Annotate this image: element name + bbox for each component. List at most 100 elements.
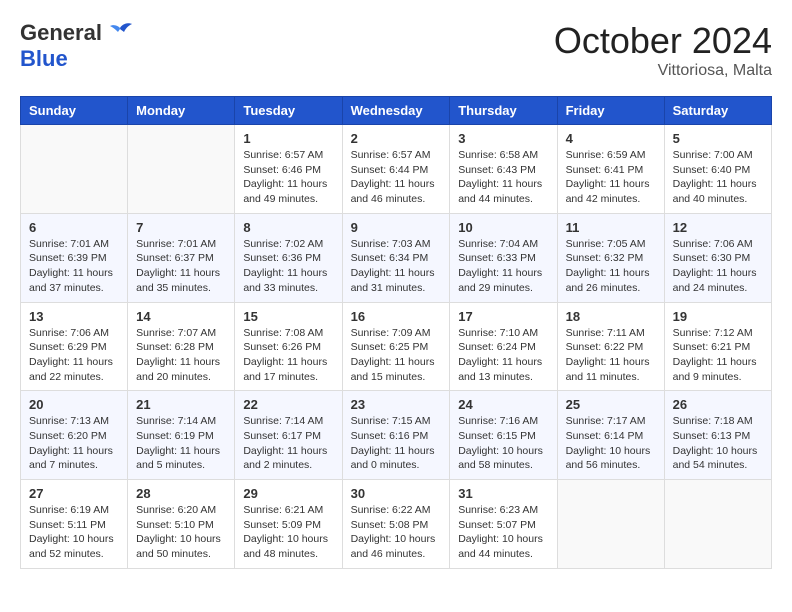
day-number: 10 [458, 220, 548, 235]
calendar-cell: 15Sunrise: 7:08 AM Sunset: 6:26 PM Dayli… [235, 302, 342, 391]
day-info: Sunrise: 7:02 AM Sunset: 6:36 PM Dayligh… [243, 237, 333, 296]
day-number: 1 [243, 131, 333, 146]
calendar-week-row: 1 Sunrise: 6:57 AM Sunset: 6:46 PM Daylig… [21, 125, 772, 214]
day-info: Sunrise: 6:57 AM Sunset: 6:44 PM Dayligh… [351, 148, 442, 207]
calendar-header-row: SundayMondayTuesdayWednesdayThursdayFrid… [21, 97, 772, 125]
day-number: 26 [673, 397, 763, 412]
calendar-cell [21, 125, 128, 214]
day-number: 3 [458, 131, 548, 146]
day-number: 14 [136, 309, 226, 324]
day-number: 11 [566, 220, 656, 235]
calendar-cell: 9 Sunrise: 7:03 AM Sunset: 6:34 PM Daylig… [342, 213, 450, 302]
day-info: Sunrise: 7:16 AM Sunset: 6:15 PM Dayligh… [458, 414, 548, 473]
calendar-cell: 13 Sunrise: 7:06 AM Sunset: 6:29 PM Dayli… [21, 302, 128, 391]
logo-blue: Blue [20, 46, 68, 71]
calendar-cell: 24 Sunrise: 7:16 AM Sunset: 6:15 PM Dayli… [450, 391, 557, 480]
day-info: Sunrise: 7:01 AM Sunset: 6:37 PM Dayligh… [136, 237, 226, 296]
day-info: Sunrise: 7:12 AM Sunset: 6:21 PM Dayligh… [673, 326, 763, 385]
calendar-cell: 2 Sunrise: 6:57 AM Sunset: 6:44 PM Daylig… [342, 125, 450, 214]
day-info: Sunrise: 6:21 AM Sunset: 5:09 PM Dayligh… [243, 503, 333, 562]
day-info: Sunrise: 7:06 AM Sunset: 6:29 PM Dayligh… [29, 326, 119, 385]
calendar-week-row: 20 Sunrise: 7:13 AM Sunset: 6:20 PM Dayli… [21, 391, 772, 480]
day-info: Sunrise: 7:15 AM Sunset: 6:16 PM Dayligh… [351, 414, 442, 473]
day-info: Sunrise: 7:01 AM Sunset: 6:39 PM Dayligh… [29, 237, 119, 296]
calendar-cell: 10 Sunrise: 7:04 AM Sunset: 6:33 PM Dayli… [450, 213, 557, 302]
day-info: Sunrise: 7:17 AM Sunset: 6:14 PM Dayligh… [566, 414, 656, 473]
calendar-cell: 7 Sunrise: 7:01 AM Sunset: 6:37 PM Daylig… [128, 213, 235, 302]
day-info: Sunrise: 6:59 AM Sunset: 6:41 PM Dayligh… [566, 148, 656, 207]
day-header-thursday: Thursday [450, 97, 557, 125]
calendar-cell: 1 Sunrise: 6:57 AM Sunset: 6:46 PM Daylig… [235, 125, 342, 214]
calendar-cell: 28 Sunrise: 6:20 AM Sunset: 5:10 PM Dayli… [128, 480, 235, 569]
calendar-cell: 3 Sunrise: 6:58 AM Sunset: 6:43 PM Daylig… [450, 125, 557, 214]
day-info: Sunrise: 6:22 AM Sunset: 5:08 PM Dayligh… [351, 503, 442, 562]
location: Vittoriosa, Malta [554, 62, 772, 80]
day-header-tuesday: Tuesday [235, 97, 342, 125]
day-number: 5 [673, 131, 763, 146]
day-info: Sunrise: 7:14 AM Sunset: 6:19 PM Dayligh… [136, 414, 226, 473]
day-info: Sunrise: 7:18 AM Sunset: 6:13 PM Dayligh… [673, 414, 763, 473]
page-header: General Blue October 2024 Vittoriosa, Ma… [20, 20, 772, 80]
calendar-cell: 8Sunrise: 7:02 AM Sunset: 6:36 PM Daylig… [235, 213, 342, 302]
day-header-friday: Friday [557, 97, 664, 125]
day-number: 25 [566, 397, 656, 412]
day-info: Sunrise: 6:57 AM Sunset: 6:46 PM Dayligh… [243, 148, 333, 207]
calendar-cell: 25 Sunrise: 7:17 AM Sunset: 6:14 PM Dayli… [557, 391, 664, 480]
day-number: 17 [458, 309, 548, 324]
day-info: Sunrise: 7:09 AM Sunset: 6:25 PM Dayligh… [351, 326, 442, 385]
calendar-cell: 29 Sunrise: 6:21 AM Sunset: 5:09 PM Dayli… [235, 480, 342, 569]
day-header-saturday: Saturday [664, 97, 771, 125]
day-info: Sunrise: 7:10 AM Sunset: 6:24 PM Dayligh… [458, 326, 548, 385]
day-number: 19 [673, 309, 763, 324]
day-number: 12 [673, 220, 763, 235]
day-header-sunday: Sunday [21, 97, 128, 125]
day-number: 22 [243, 397, 333, 412]
day-number: 29 [243, 486, 333, 501]
day-number: 9 [351, 220, 442, 235]
day-info: Sunrise: 6:58 AM Sunset: 6:43 PM Dayligh… [458, 148, 548, 207]
day-number: 6 [29, 220, 119, 235]
day-number: 13 [29, 309, 119, 324]
calendar-cell: 5 Sunrise: 7:00 AM Sunset: 6:40 PM Daylig… [664, 125, 771, 214]
day-header-monday: Monday [128, 97, 235, 125]
calendar-cell [664, 480, 771, 569]
day-info: Sunrise: 7:00 AM Sunset: 6:40 PM Dayligh… [673, 148, 763, 207]
calendar-cell: 26 Sunrise: 7:18 AM Sunset: 6:13 PM Dayli… [664, 391, 771, 480]
day-info: Sunrise: 7:11 AM Sunset: 6:22 PM Dayligh… [566, 326, 656, 385]
day-info: Sunrise: 6:20 AM Sunset: 5:10 PM Dayligh… [136, 503, 226, 562]
calendar-table: SundayMondayTuesdayWednesdayThursdayFrid… [20, 96, 772, 569]
calendar-cell: 6 Sunrise: 7:01 AM Sunset: 6:39 PM Daylig… [21, 213, 128, 302]
day-number: 24 [458, 397, 548, 412]
calendar-cell: 16 Sunrise: 7:09 AM Sunset: 6:25 PM Dayli… [342, 302, 450, 391]
calendar-cell: 14 Sunrise: 7:07 AM Sunset: 6:28 PM Dayli… [128, 302, 235, 391]
day-info: Sunrise: 7:14 AM Sunset: 6:17 PM Dayligh… [243, 414, 333, 473]
logo-bird-icon [106, 22, 134, 44]
calendar-cell: 22 Sunrise: 7:14 AM Sunset: 6:17 PM Dayli… [235, 391, 342, 480]
day-number: 4 [566, 131, 656, 146]
day-info: Sunrise: 7:07 AM Sunset: 6:28 PM Dayligh… [136, 326, 226, 385]
day-number: 23 [351, 397, 442, 412]
calendar-cell: 21 Sunrise: 7:14 AM Sunset: 6:19 PM Dayli… [128, 391, 235, 480]
month-year: October 2024 [554, 20, 772, 62]
title-block: October 2024 Vittoriosa, Malta [554, 20, 772, 80]
day-number: 28 [136, 486, 226, 501]
day-number: 27 [29, 486, 119, 501]
calendar-cell: 17 Sunrise: 7:10 AM Sunset: 6:24 PM Dayli… [450, 302, 557, 391]
day-number: 2 [351, 131, 442, 146]
calendar-week-row: 6 Sunrise: 7:01 AM Sunset: 6:39 PM Daylig… [21, 213, 772, 302]
day-info: Sunrise: 7:05 AM Sunset: 6:32 PM Dayligh… [566, 237, 656, 296]
day-number: 20 [29, 397, 119, 412]
calendar-cell: 27 Sunrise: 6:19 AM Sunset: 5:11 PM Dayli… [21, 480, 128, 569]
calendar-cell: 20 Sunrise: 7:13 AM Sunset: 6:20 PM Dayli… [21, 391, 128, 480]
calendar-cell [128, 125, 235, 214]
day-number: 16 [351, 309, 442, 324]
day-number: 7 [136, 220, 226, 235]
day-info: Sunrise: 7:04 AM Sunset: 6:33 PM Dayligh… [458, 237, 548, 296]
day-number: 15 [243, 309, 333, 324]
day-info: Sunrise: 7:13 AM Sunset: 6:20 PM Dayligh… [29, 414, 119, 473]
calendar-cell: 11 Sunrise: 7:05 AM Sunset: 6:32 PM Dayli… [557, 213, 664, 302]
day-number: 21 [136, 397, 226, 412]
day-info: Sunrise: 7:03 AM Sunset: 6:34 PM Dayligh… [351, 237, 442, 296]
logo-general: General [20, 20, 102, 46]
day-info: Sunrise: 6:19 AM Sunset: 5:11 PM Dayligh… [29, 503, 119, 562]
